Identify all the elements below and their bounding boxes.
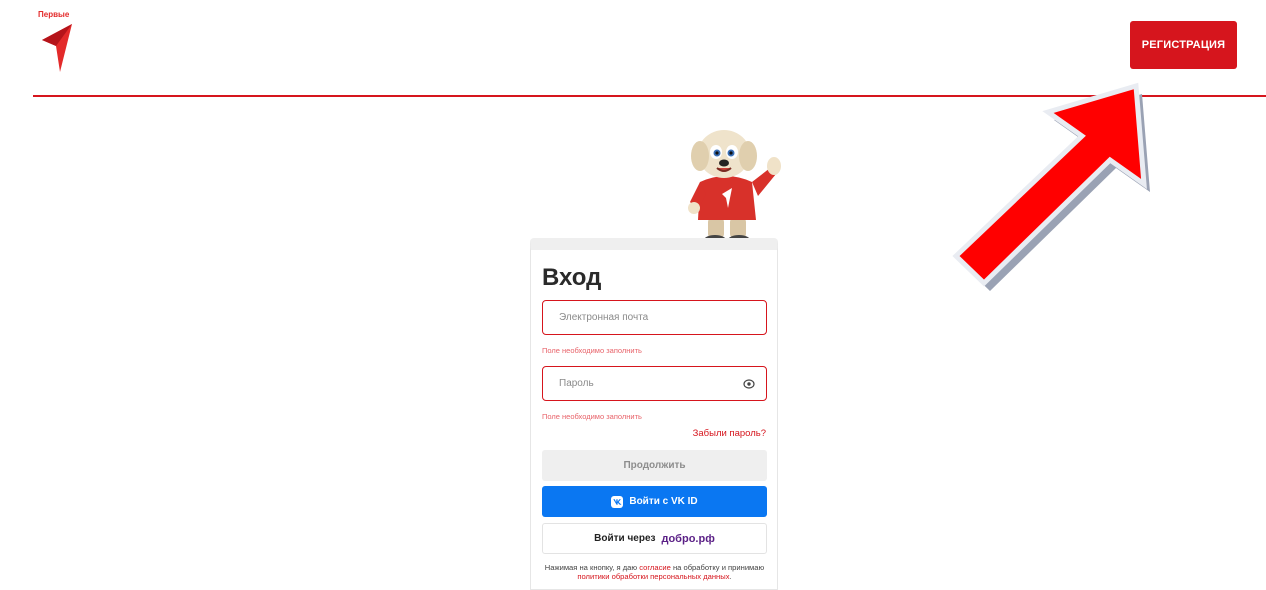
email-error-text: Поле необходимо заполнить (542, 346, 642, 355)
continue-button[interactable]: Продолжить (542, 450, 767, 481)
password-error-text: Поле необходимо заполнить (542, 412, 642, 421)
vk-logo-icon (611, 495, 624, 508)
dobro-login-label: Войти через (594, 533, 656, 544)
logo-text: Первые (38, 10, 70, 19)
consent-text: Нажимая на кнопку, я даю согласие на обр… (542, 563, 767, 581)
brand-logo[interactable]: Первые (38, 10, 78, 74)
mascot-dog-icon (688, 130, 781, 245)
page: Первые РЕГИСТРАЦИЯ Вход Электронная почт… (0, 0, 1266, 590)
dobro-logo: добро.рф (661, 532, 715, 545)
register-button[interactable]: РЕГИСТРАЦИЯ (1130, 21, 1237, 69)
first-logo-icon (42, 24, 72, 72)
dobro-login-button[interactable]: Войти через добро.рф (542, 523, 767, 554)
vk-login-label: Войти с VK ID (629, 496, 698, 507)
consent-text-part1: Нажимая на кнопку, я даю (544, 563, 640, 572)
forgot-password-link[interactable]: Забыли пароль? (693, 428, 766, 439)
consent-text-part3: . (729, 572, 732, 581)
password-field[interactable] (559, 378, 742, 389)
annotation-arrow-icon (952, 82, 1150, 291)
consent-text-part2: на обработку и принимаю (670, 563, 765, 572)
consent-link[interactable]: согласие (639, 563, 671, 572)
email-field[interactable] (559, 312, 756, 323)
page-title: Вход (542, 264, 602, 291)
email-field-wrapper (542, 300, 767, 335)
privacy-policy-link[interactable]: политики обработки персональных данных (577, 572, 729, 581)
password-field-wrapper (542, 366, 767, 401)
login-card: Вход Поле необходимо заполнить Поле необ… (530, 238, 778, 590)
eye-icon[interactable] (742, 377, 756, 391)
vk-login-button[interactable]: Войти с VK ID (542, 486, 767, 517)
